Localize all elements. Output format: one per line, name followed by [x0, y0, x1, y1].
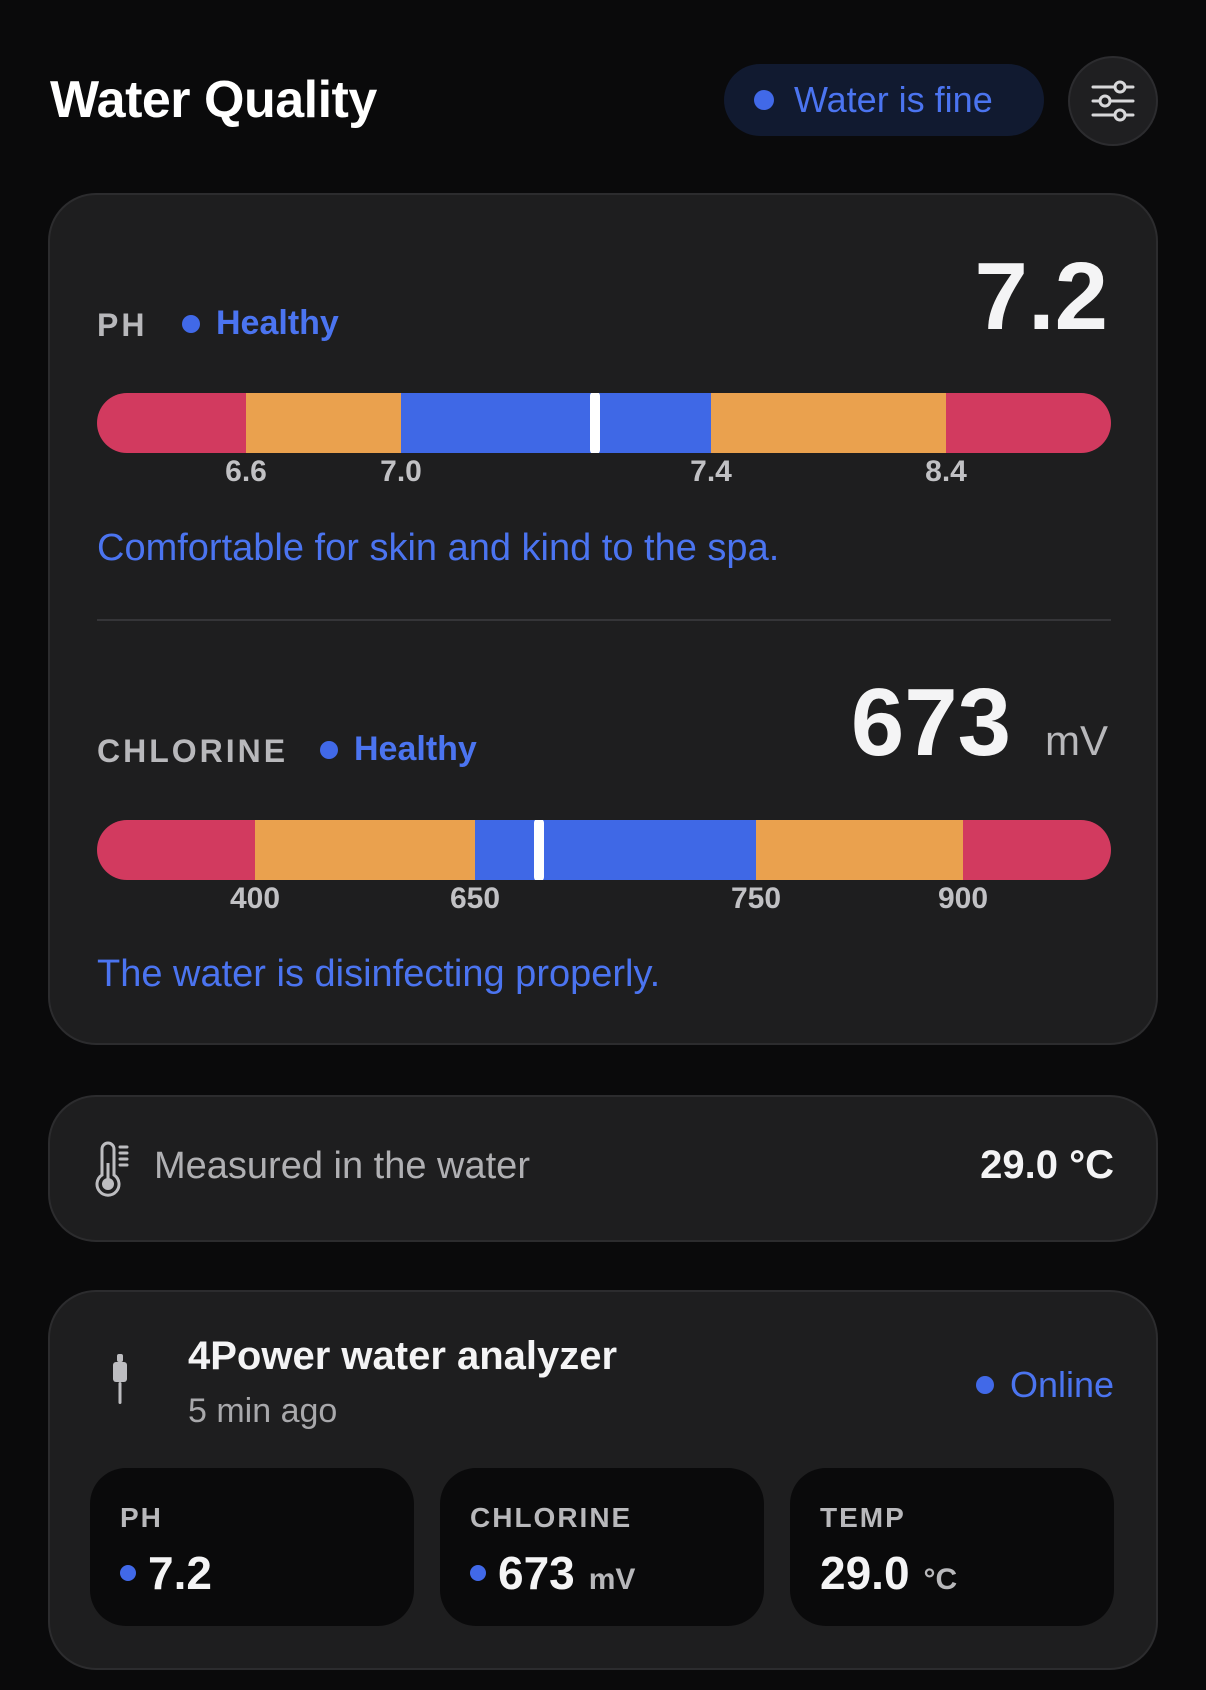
ph-range-high-critical	[946, 393, 1111, 453]
header: Water Quality Water is fine	[0, 0, 1206, 200]
ph-range-low-warning	[246, 393, 401, 453]
tile-unit: °C	[923, 1563, 958, 1596]
ph-range-high-warning	[711, 393, 946, 453]
thermometer-icon	[95, 1141, 129, 1197]
device-status-label: Online	[1009, 1364, 1114, 1405]
temperature-label: Measured in the water	[154, 1145, 530, 1187]
ph-status-label: Healthy	[216, 304, 339, 342]
metrics-card: PH Healthy 7.2 6.6 7.0 7.4 8.4 Comfortab…	[48, 193, 1158, 1045]
chlorine-range-healthy	[475, 820, 756, 880]
chlorine-threshold-label: 900	[937, 882, 989, 915]
chlorine-status-label: Healthy	[354, 730, 477, 768]
tile-label: TEMP	[820, 1502, 906, 1533]
chlorine-range-high-warning	[756, 820, 963, 880]
device-name: 4Power water analyzer	[188, 1334, 618, 1378]
tile-value: 29.0 °C	[820, 1546, 957, 1600]
chlorine-unit: mV	[1045, 717, 1108, 764]
tile-status-dot	[470, 1565, 486, 1581]
device-last-updated: 5 min ago	[188, 1392, 338, 1430]
chlorine-status: Healthy	[320, 730, 477, 769]
ph-threshold-label: 8.4	[925, 455, 967, 488]
tile-number: 673	[498, 1547, 575, 1599]
ph-description: Comfortable for skin and kind to the spa…	[97, 527, 780, 569]
ph-status: Healthy	[182, 304, 339, 343]
tile-number: 29.0	[820, 1547, 910, 1599]
chlorine-value: 673 mV	[851, 673, 1108, 791]
chlorine-threshold-label: 400	[229, 882, 281, 915]
temperature-value: 29.0 °C	[980, 1143, 1114, 1187]
chlorine-value-marker	[534, 820, 544, 880]
ph-threshold-label: 7.0	[380, 455, 422, 488]
chlorine-threshold-label: 750	[730, 882, 782, 915]
temperature-card[interactable]: Measured in the water 29.0 °C	[48, 1095, 1158, 1242]
status-dot	[754, 90, 774, 110]
settings-button[interactable]	[1068, 56, 1158, 146]
chlorine-description: The water is disinfecting properly.	[97, 953, 661, 995]
device-tile-temp[interactable]: TEMP 29.0 °C	[790, 1468, 1114, 1626]
chlorine-range-bar	[97, 820, 1111, 880]
ph-value: 7.2	[974, 243, 1108, 350]
device-online-status: Online	[975, 1364, 1114, 1406]
chlorine-range-low-warning	[255, 820, 475, 880]
tile-value: 673 mV	[470, 1546, 635, 1600]
online-dot	[975, 1376, 994, 1394]
tile-unit: mV	[588, 1563, 636, 1596]
tile-label: PH	[120, 1502, 163, 1533]
ph-range-healthy	[401, 393, 711, 453]
device-card[interactable]: 4Power water analyzer 5 min ago Online P…	[48, 1290, 1158, 1670]
chlorine-range-high-critical	[963, 820, 1111, 880]
chlorine-value-number: 673	[850, 669, 1011, 776]
ph-value-marker	[590, 393, 600, 453]
ph-label: PH	[97, 307, 148, 343]
sliders-icon	[1091, 80, 1135, 122]
ph-range-low-critical	[97, 393, 246, 453]
chlorine-label: CHLORINE	[97, 733, 289, 769]
tile-label: CHLORINE	[470, 1502, 633, 1533]
page-title: Water Quality	[50, 71, 377, 129]
water-status-label: Water is fine	[794, 79, 993, 120]
divider	[97, 619, 1111, 621]
tile-value: 7.2	[120, 1546, 212, 1600]
chlorine-range-low-critical	[97, 820, 255, 880]
device-tile-chlorine[interactable]: CHLORINE 673 mV	[440, 1468, 764, 1626]
tile-number: 7.2	[148, 1547, 212, 1599]
ph-threshold-label: 6.6	[225, 455, 267, 488]
tile-status-dot	[120, 1565, 136, 1581]
ph-threshold-label: 7.4	[690, 455, 732, 488]
chlorine-threshold-label: 650	[449, 882, 501, 915]
water-status-badge[interactable]: Water is fine	[724, 64, 1044, 136]
device-tile-ph[interactable]: PH 7.2	[90, 1468, 414, 1626]
chlorine-status-dot	[320, 740, 338, 759]
ph-status-dot	[182, 314, 200, 333]
ph-range-bar	[97, 393, 1111, 453]
probe-icon	[113, 1354, 127, 1404]
